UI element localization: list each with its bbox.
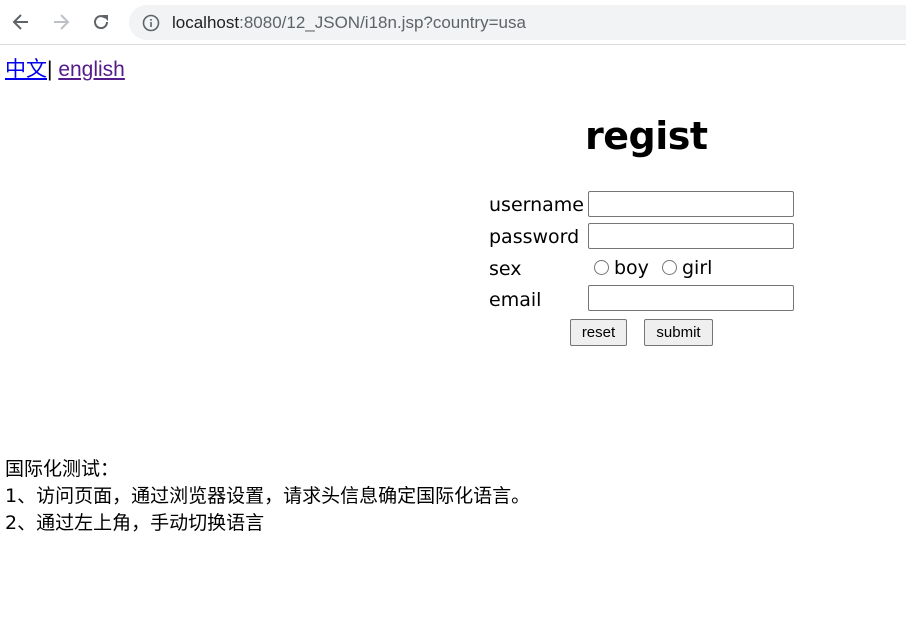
sex-label: sex xyxy=(489,258,522,280)
arrow-right-icon xyxy=(54,14,70,30)
reload-icon xyxy=(94,15,109,30)
password-label: password xyxy=(489,226,580,248)
reload-button[interactable] xyxy=(87,8,115,36)
notes-line-1: 1、访问页面，通过浏览器设置，请求头信息确定国际化语言。 xyxy=(5,485,531,507)
email-input[interactable] xyxy=(588,285,794,311)
forward-button[interactable] xyxy=(47,8,75,36)
link-separator: | xyxy=(47,58,53,81)
browser-toolbar: localhost:8080/12_JSON/i18n.jsp?country=… xyxy=(0,0,906,45)
address-bar[interactable]: localhost:8080/12_JSON/i18n.jsp?country=… xyxy=(129,5,906,40)
email-label: email xyxy=(489,289,542,311)
url-text: localhost:8080/12_JSON/i18n.jsp?country=… xyxy=(172,12,526,33)
info-icon[interactable] xyxy=(142,14,160,32)
girl-radio[interactable] xyxy=(662,260,677,275)
girl-label: girl xyxy=(682,257,713,279)
chinese-link[interactable]: 中文 xyxy=(5,58,47,81)
notes-section: 国际化测试： 1、访问页面，通过浏览器设置，请求头信息确定国际化语言。 2、通过… xyxy=(5,456,530,537)
english-link[interactable]: english xyxy=(58,58,125,81)
boy-radio[interactable] xyxy=(594,260,609,275)
notes-heading: 国际化测试： xyxy=(5,458,120,480)
url-path: :8080/12_JSON/i18n.jsp?country=usa xyxy=(239,13,526,32)
username-label: username xyxy=(489,194,584,216)
url-host: localhost xyxy=(172,13,240,32)
submit-button[interactable]: submit xyxy=(644,319,713,346)
boy-label: boy xyxy=(614,257,649,279)
page-title: regist xyxy=(585,114,708,158)
reset-button[interactable]: reset xyxy=(570,319,627,346)
password-input[interactable] xyxy=(588,223,794,249)
language-switcher: 中文| english xyxy=(5,58,125,82)
arrow-left-icon xyxy=(12,14,28,30)
username-input[interactable] xyxy=(588,191,794,217)
back-button[interactable] xyxy=(7,8,35,36)
notes-line-2: 2、通过左上角，手动切换语言 xyxy=(5,512,265,534)
